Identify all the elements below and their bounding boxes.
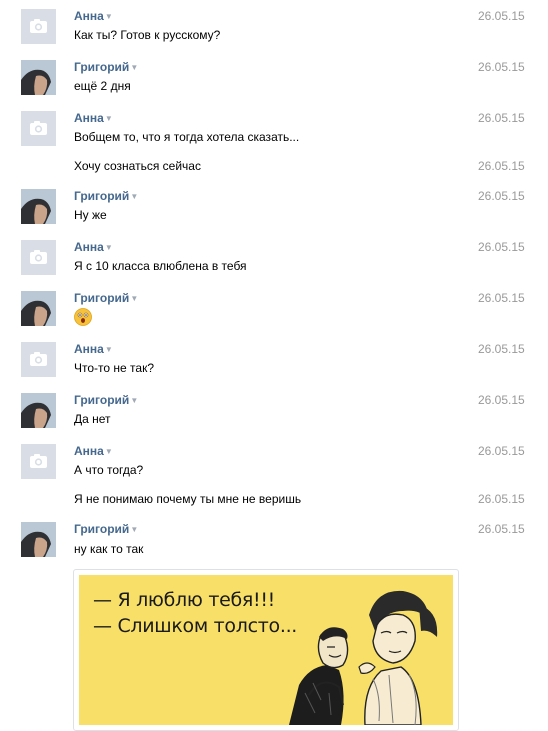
meme-caption-line-2: — Слишком толсто... [93,615,298,637]
message-text: А что тогда? [74,463,144,477]
triangle-down-icon[interactable]: ▼ [105,345,113,354]
camera-icon [30,454,47,468]
profile-photo [21,522,56,557]
message-date[interactable]: 26.05.15 [478,291,525,305]
message-author[interactable]: Григорий▼ [74,189,138,204]
triangle-down-icon[interactable]: ▼ [105,243,113,252]
engraving-couple-illustration [289,590,438,725]
message-text: Ну же [74,208,107,222]
triangle-down-icon[interactable]: ▼ [130,525,138,534]
avatar-anna[interactable] [21,111,56,146]
triangle-down-icon[interactable]: ▼ [130,63,138,72]
triangle-down-icon[interactable]: ▼ [130,294,138,303]
message-text: Что-то не так? [74,361,154,375]
avatar-grigoriy[interactable] [21,60,56,95]
message-author[interactable]: Анна▼ [74,9,113,24]
message-author[interactable]: Григорий▼ [74,60,138,75]
message-text: Да нет [74,412,111,426]
message-date[interactable]: 26.05.15 [478,189,525,203]
avatar-anna[interactable] [21,342,56,377]
camera-icon [30,352,47,366]
triangle-down-icon[interactable]: ▼ [105,447,113,456]
message-author[interactable]: Анна▼ [74,111,113,126]
triangle-down-icon[interactable]: ▼ [105,12,113,21]
triangle-down-icon[interactable]: ▼ [105,114,113,123]
profile-photo [21,60,56,95]
profile-photo [21,189,56,224]
message-date[interactable]: 26.05.15 [478,60,525,74]
message-author[interactable]: Григорий▼ [74,393,138,408]
message-text: Вобщем то, что я тогда хотела сказать... [74,130,300,144]
message-author[interactable]: Григорий▼ [74,522,138,537]
message-date[interactable]: 26.05.15 [478,159,525,173]
avatar-grigoriy[interactable] [21,393,56,428]
triangle-down-icon[interactable]: ▼ [130,396,138,405]
triangle-down-icon[interactable]: ▼ [130,192,138,201]
message-text: ну как то так [74,542,144,556]
message-author[interactable]: Анна▼ [74,240,113,255]
message-date[interactable]: 26.05.15 [478,342,525,356]
avatar-anna[interactable] [21,9,56,44]
message-text: Я не понимаю почему ты мне не веришь [74,492,302,506]
message-text: ещё 2 дня [74,79,131,93]
avatar-grigoriy[interactable] [21,522,56,557]
avatar-anna[interactable] [21,240,56,275]
message-date[interactable]: 26.05.15 [478,240,525,254]
profile-photo [21,291,56,326]
image-attachment[interactable]: — Я люблю тебя!!! — Слишком толсто... [73,569,459,731]
meme-image: — Я люблю тебя!!! — Слишком толсто... [79,575,453,725]
message-date[interactable]: 26.05.15 [478,9,525,23]
message-author[interactable]: Григорий▼ [74,291,138,306]
avatar-grigoriy[interactable] [21,291,56,326]
avatar-anna[interactable] [21,444,56,479]
message-date[interactable]: 26.05.15 [478,492,525,506]
camera-icon [30,121,47,135]
camera-icon [30,250,47,264]
message-author[interactable]: Анна▼ [74,444,113,459]
message-text: Хочу сознаться сейчас [74,159,201,173]
avatar-grigoriy[interactable] [21,189,56,224]
shocked-face-emoji [74,308,92,326]
message-date[interactable]: 26.05.15 [478,444,525,458]
message-author[interactable]: Анна▼ [74,342,113,357]
camera-icon [30,19,47,33]
message-date[interactable]: 26.05.15 [478,393,525,407]
meme-caption-line-1: — Я люблю тебя!!! [93,589,275,611]
message-text: Я с 10 класса влюблена в тебя [74,259,247,273]
message-date[interactable]: 26.05.15 [478,522,525,536]
message-text: Как ты? Готов к русскому? [74,28,221,42]
profile-photo [21,393,56,428]
message-date[interactable]: 26.05.15 [478,111,525,125]
